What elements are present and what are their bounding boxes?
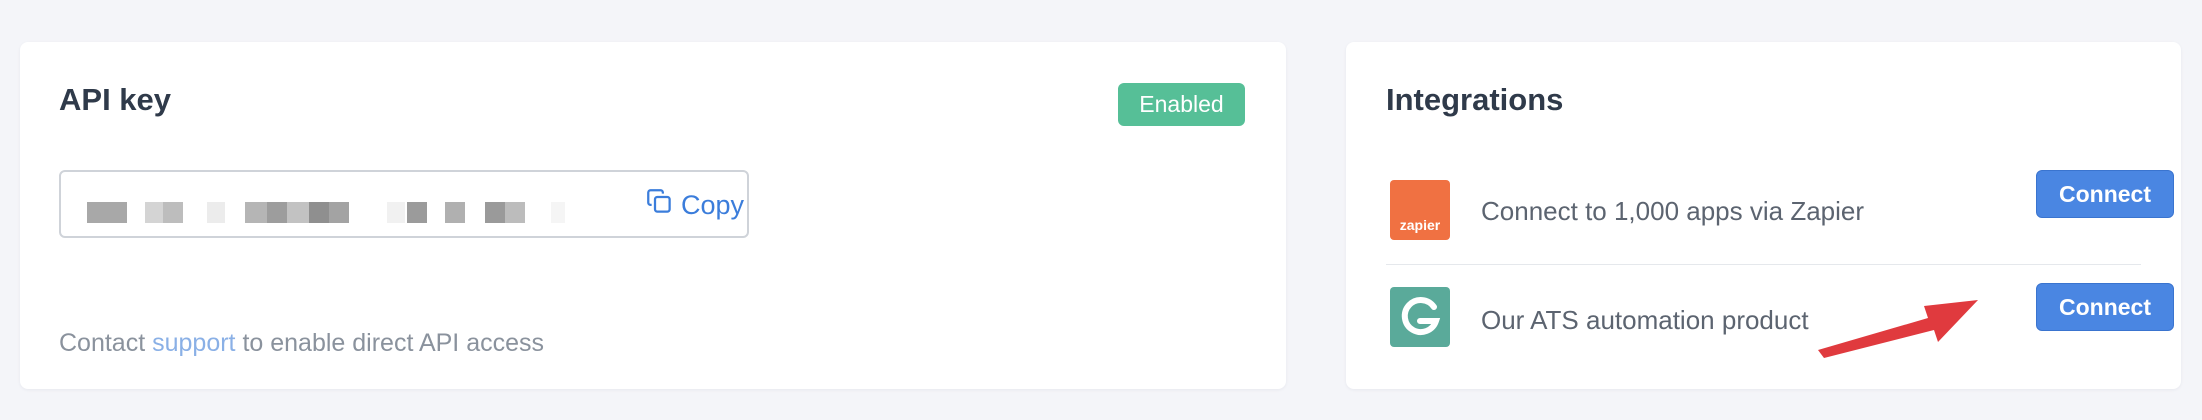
integrations-card: Integrations zapier Connect to 1,000 app… — [1346, 42, 2181, 389]
contact-support-text: Contact support to enable direct API acc… — [59, 329, 545, 357]
copy-label: Copy — [681, 189, 745, 220]
copy-icon — [646, 188, 673, 222]
connect-ats-button[interactable]: Connect — [2036, 283, 2174, 331]
copy-button[interactable]: Copy — [646, 188, 744, 222]
red-arrow-icon — [1818, 300, 1978, 358]
zapier-logo-icon: zapier — [1390, 180, 1450, 240]
api-key-card: API key Enabled Copy Contact support to … — [20, 42, 1286, 389]
status-badge: Enabled — [1118, 83, 1245, 126]
connect-zapier-button[interactable]: Connect — [2036, 170, 2174, 218]
api-key-title: API key — [59, 82, 172, 117]
support-link[interactable]: support — [152, 329, 235, 357]
integrations-title: Integrations — [1386, 82, 1564, 117]
ats-logo-icon — [1390, 287, 1450, 347]
api-key-field[interactable]: Copy — [59, 170, 749, 238]
integration-label: Connect to 1,000 apps via Zapier — [1481, 196, 1865, 226]
integration-row-ats: Our ATS automation product Connect — [1386, 264, 2174, 376]
integration-row-zapier: zapier Connect to 1,000 apps via Zapier … — [1386, 152, 2174, 264]
integration-label: Our ATS automation product — [1481, 305, 1809, 335]
